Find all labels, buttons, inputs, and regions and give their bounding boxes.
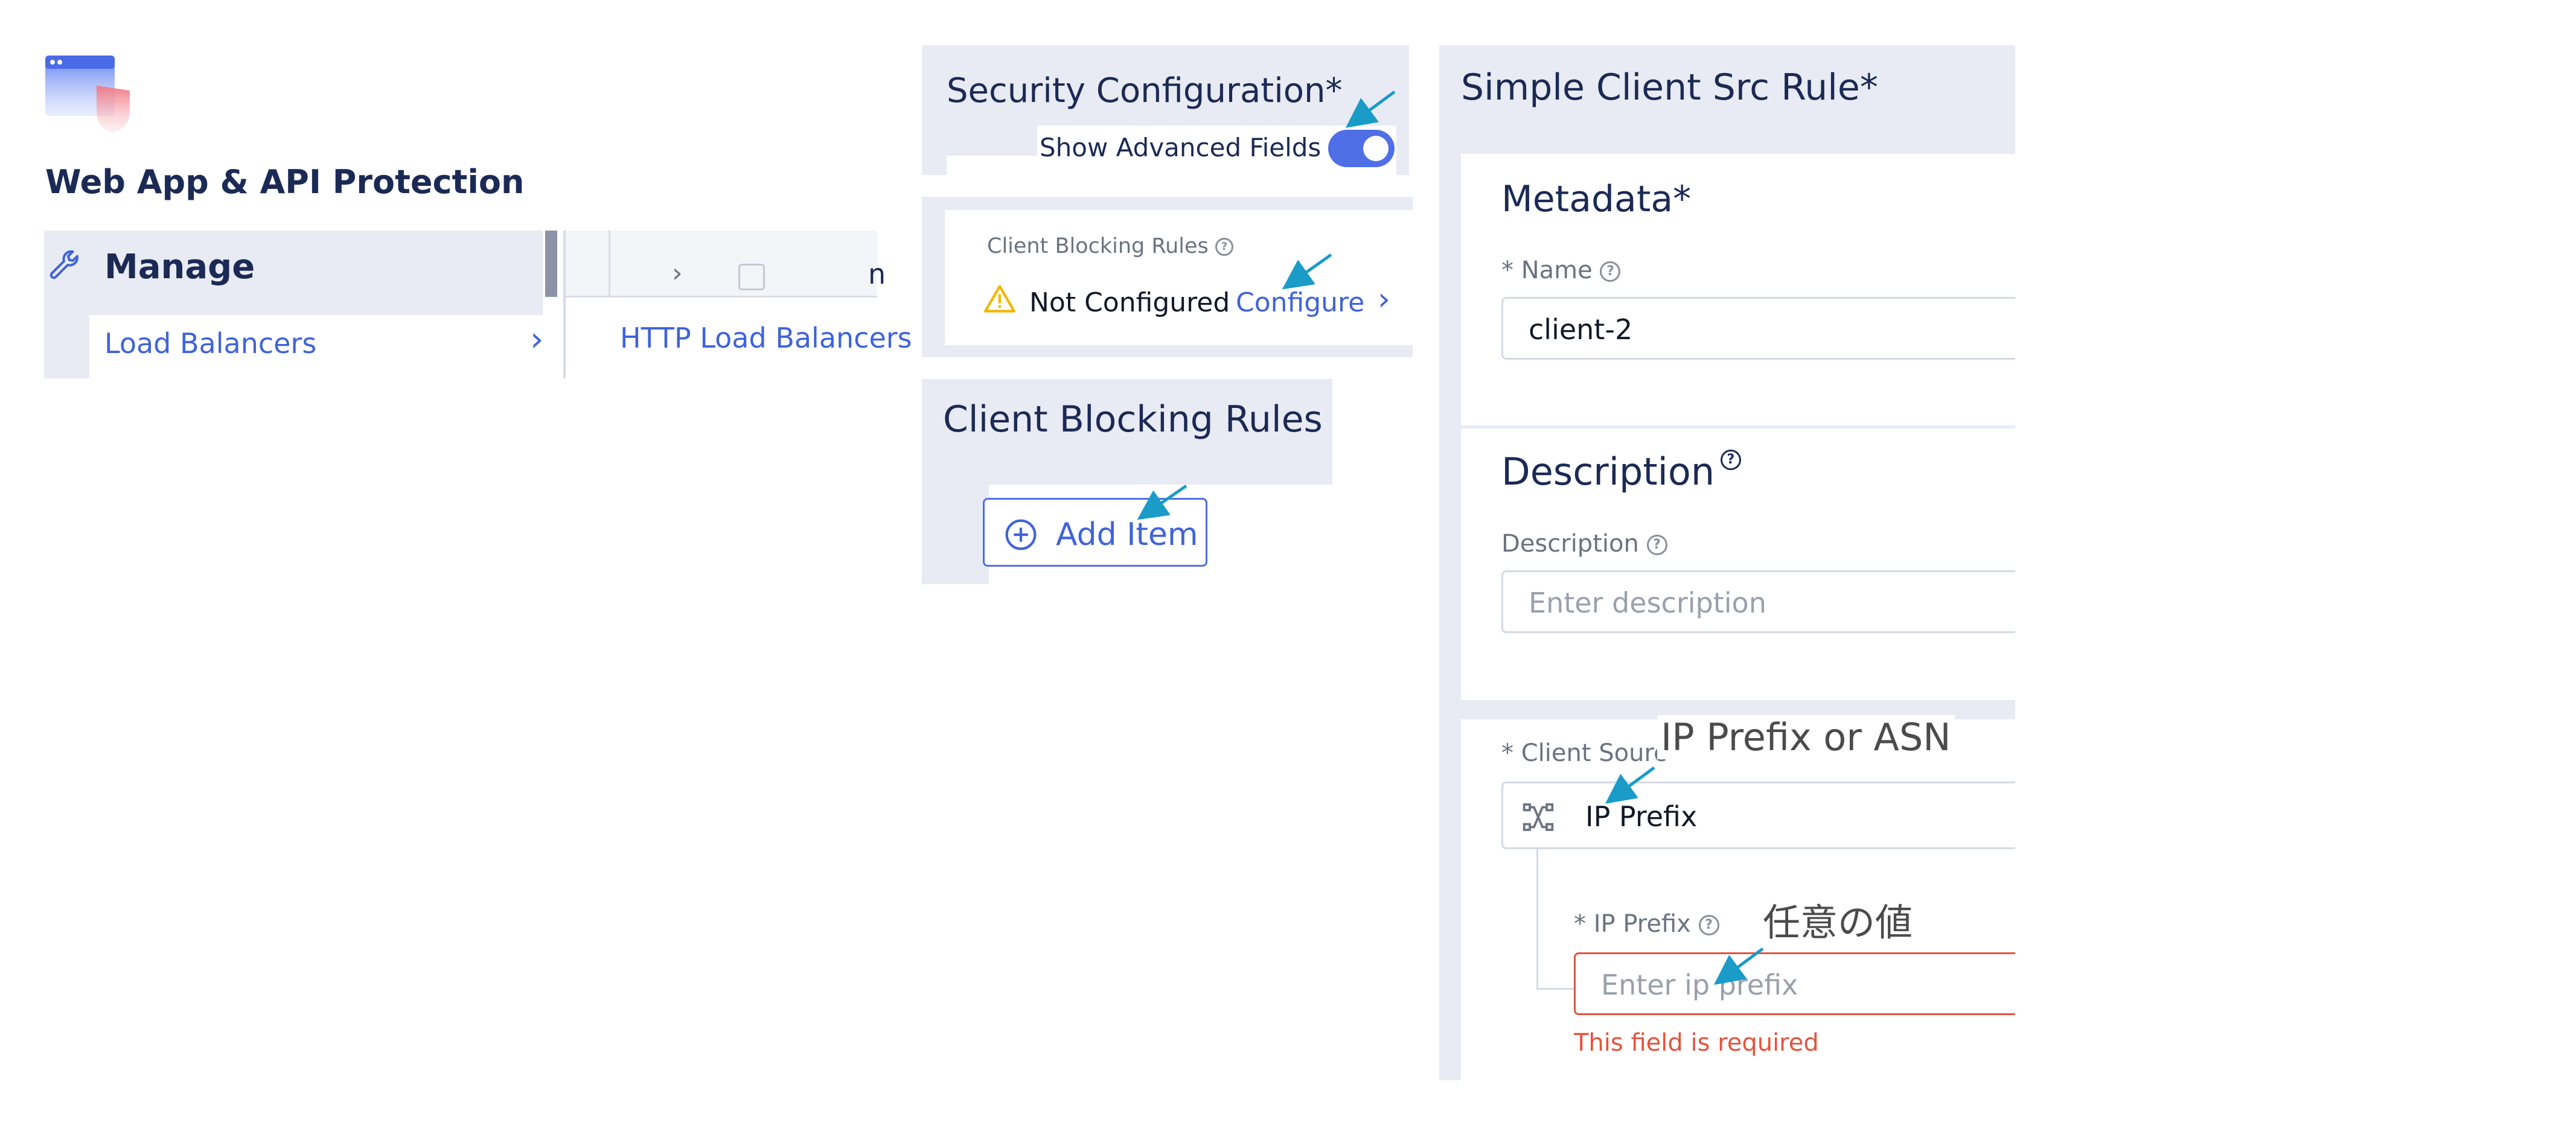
annotation-arrows	[1137, 90, 1764, 985]
arrow-configure	[1282, 253, 1332, 290]
arrow-client-source	[1605, 766, 1655, 804]
arrow-ip-prefix	[1713, 947, 1764, 985]
arrow-advanced-toggle	[1345, 90, 1396, 128]
arrow-add-item	[1137, 484, 1187, 520]
